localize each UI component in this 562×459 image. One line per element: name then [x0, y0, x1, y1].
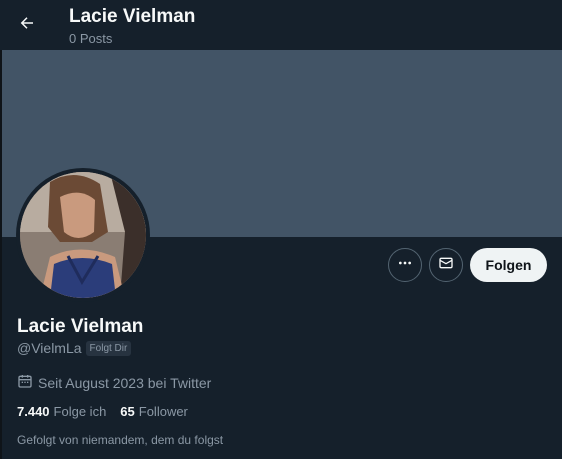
- mail-icon: [438, 255, 454, 276]
- join-date-text: Seit August 2023 bei Twitter: [38, 374, 212, 391]
- following-label: Folge ich: [53, 404, 107, 419]
- followed-by-text: Gefolgt von niemandem, dem du folgst: [17, 433, 224, 447]
- username-handle: @VielmLa: [17, 340, 82, 356]
- arrow-left-icon: [18, 14, 36, 37]
- join-date: Seit August 2023 bei Twitter: [17, 373, 211, 392]
- display-name: Lacie Vielman: [17, 316, 144, 337]
- more-icon: [397, 255, 413, 276]
- message-button[interactable]: [429, 248, 463, 282]
- follow-button[interactable]: Folgen: [470, 248, 547, 282]
- following-link[interactable]: 7.440 Folge ich: [17, 404, 106, 419]
- header-title: Lacie Vielman: [69, 6, 196, 27]
- follow-stats: 7.440 Folge ich 65 Follower: [17, 404, 202, 419]
- avatar[interactable]: [16, 168, 150, 302]
- followers-label: Follower: [138, 404, 188, 419]
- back-button[interactable]: [10, 8, 44, 42]
- profile-header: Lacie Vielman 0 Posts: [0, 0, 562, 50]
- post-count: 0 Posts: [69, 31, 113, 46]
- avatar-image: [20, 172, 146, 298]
- follows-you-badge: Folgt Dir: [85, 340, 132, 356]
- handle-row: @VielmLa Folgt Dir: [17, 340, 132, 356]
- followers-link[interactable]: 65 Follower: [120, 404, 188, 419]
- more-button[interactable]: [388, 248, 422, 282]
- calendar-icon: [17, 373, 38, 392]
- followers-count: 65: [120, 404, 135, 419]
- following-count: 7.440: [17, 404, 50, 419]
